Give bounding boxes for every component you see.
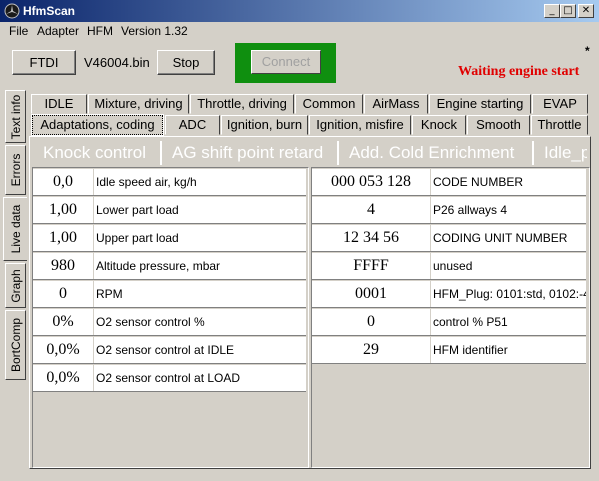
menu-file[interactable]: File — [9, 24, 28, 38]
parameter-label: Lower part load — [94, 197, 306, 223]
stop-button[interactable]: Stop — [157, 50, 215, 75]
parameter-value: 1,00 — [33, 225, 93, 251]
parameter-label: HFM_Plug: 0101:std, 0102:-4°, 0103:-6 — [431, 281, 586, 307]
tab-idle[interactable]: IDLE — [31, 94, 87, 114]
menu-version[interactable]: Version 1.32 — [121, 24, 188, 38]
menu-hfm[interactable]: HFM — [87, 24, 113, 38]
parameter-label: Upper part load — [94, 225, 306, 251]
table-row: 0,0% O2 sensor control at IDLE — [33, 336, 306, 364]
modified-marker: * — [585, 44, 590, 58]
side-tab-live-data[interactable]: Live data — [3, 197, 27, 261]
row-divider — [33, 391, 306, 392]
subtab-idle-p[interactable]: Idle_p — [536, 141, 587, 165]
table-row: FFFF unused — [312, 252, 586, 280]
parameter-label: HFM identifier — [431, 337, 586, 363]
connect-frame: Connect — [235, 43, 336, 83]
minimize-icon[interactable]: _ — [544, 4, 560, 18]
menu-adapter[interactable]: Adapter — [37, 24, 79, 38]
parameter-value: 0 — [312, 309, 430, 335]
tab-ignition-burn[interactable]: Ignition, burn — [221, 115, 308, 135]
parameter-value: 0,0 — [33, 169, 93, 195]
parameter-label: RPM — [94, 281, 306, 307]
table-row: 1,00 Upper part load — [33, 224, 306, 252]
parameter-value: FFFF — [312, 253, 430, 279]
table-row: 0% O2 sensor control % — [33, 308, 306, 336]
app-icon — [4, 3, 20, 19]
table-row: 0 RPM — [33, 280, 306, 308]
parameter-value: 1,00 — [33, 197, 93, 223]
menu-bar: File Adapter HFM Version 1.32 — [0, 22, 599, 40]
table-row: 000 053 128 CODE NUMBER — [312, 168, 586, 196]
parameter-value: 29 — [312, 337, 430, 363]
content-panel: Knock control AG shift point retard Add.… — [29, 136, 591, 469]
side-tab-graph[interactable]: Graph — [5, 263, 26, 308]
connect-button[interactable]: Connect — [251, 50, 321, 74]
parameter-label: CODING UNIT NUMBER — [431, 225, 586, 251]
tab-knock[interactable]: Knock — [412, 115, 466, 135]
parameter-value: 0% — [33, 309, 93, 335]
tab-airmass[interactable]: AirMass — [364, 94, 428, 114]
table-row: 0,0 Idle speed air, kg/h — [33, 168, 306, 196]
table-row: 0 control % P51 — [312, 308, 586, 336]
table-row: 4 P26 allways 4 — [312, 196, 586, 224]
subtab-knock-control[interactable]: Knock control — [35, 141, 162, 165]
tab-ignition-misfire[interactable]: Ignition, misfire — [309, 115, 411, 135]
parameter-label: control % P51 — [431, 309, 586, 335]
right-parameter-table: 000 053 128 CODE NUMBER 4 P26 allways 4 12 3… — [312, 168, 589, 370]
parameter-label: Altitude pressure, mbar — [94, 253, 306, 279]
table-row: 0,0% O2 sensor control at LOAD — [33, 364, 306, 392]
side-tab-bortcomp[interactable]: BortComp — [5, 310, 26, 380]
parameter-value: 980 — [33, 253, 93, 279]
parameter-value: 0 — [33, 281, 93, 307]
parameter-label: O2 sensor control at IDLE — [94, 337, 306, 363]
firmware-filename: V46004.bin — [84, 55, 150, 70]
parameter-label: P26 allways 4 — [431, 197, 586, 223]
parameter-value: 000 053 128 — [312, 169, 430, 195]
tab-common[interactable]: Common — [295, 94, 363, 114]
status-message: Waiting engine start — [458, 64, 580, 79]
subtab-ag-shift-point-retard[interactable]: AG shift point retard — [164, 141, 339, 165]
subtab-add-cold-enrichment[interactable]: Add. Cold Enrichment — [341, 141, 534, 165]
table-row: 12 34 56 CODING UNIT NUMBER — [312, 224, 586, 252]
ftdi-button[interactable]: FTDI — [12, 50, 76, 75]
parameter-label: CODE NUMBER — [431, 169, 586, 195]
table-row: 29 HFM identifier — [312, 336, 586, 364]
tab-engine-starting[interactable]: Engine starting — [429, 94, 531, 114]
table-row: 0001HFM_Plug: 0101:std, 0102:-4°, 0103:-… — [312, 280, 586, 308]
tab-throttle[interactable]: Throttle — [531, 115, 588, 135]
table-row: 980 Altitude pressure, mbar — [33, 252, 306, 280]
tab-evap[interactable]: EVAP — [532, 94, 588, 114]
parameter-value: 0,0% — [33, 365, 93, 391]
left-parameter-table: 0,0 Idle speed air, kg/h 1,00 Lower part lo… — [33, 168, 308, 398]
parameter-value: 0,0% — [33, 337, 93, 363]
tab-throttle-driving[interactable]: Throttle, driving — [190, 94, 294, 114]
parameter-value: 4 — [312, 197, 430, 223]
side-tab-errors[interactable]: Errors — [5, 145, 26, 195]
row-divider — [312, 363, 586, 364]
tab-smooth[interactable]: Smooth — [467, 115, 530, 135]
tab-adc[interactable]: ADC — [165, 115, 220, 135]
window-title: HfmScan — [23, 4, 76, 18]
parameter-value: 0001 — [312, 281, 430, 307]
table-row: 1,00 Lower part load — [33, 196, 306, 224]
parameter-label: O2 sensor control at LOAD — [94, 365, 306, 391]
parameter-label: unused — [431, 253, 586, 279]
tab-adaptations-coding[interactable]: Adaptations, coding — [31, 114, 164, 136]
side-tab-text-info[interactable]: Text info — [5, 90, 26, 143]
parameter-label: O2 sensor control % — [94, 309, 306, 335]
parameter-label: Idle speed air, kg/h — [94, 169, 306, 195]
title-bar: HfmScan _ □ ✕ — [0, 0, 599, 22]
tab-mixture-driving[interactable]: Mixture, driving — [88, 94, 189, 114]
parameter-value: 12 34 56 — [312, 225, 430, 251]
subtab-strip: Knock control AG shift point retard Add.… — [35, 141, 587, 166]
close-icon[interactable]: ✕ — [578, 4, 594, 18]
maximize-icon[interactable]: □ — [560, 4, 576, 18]
